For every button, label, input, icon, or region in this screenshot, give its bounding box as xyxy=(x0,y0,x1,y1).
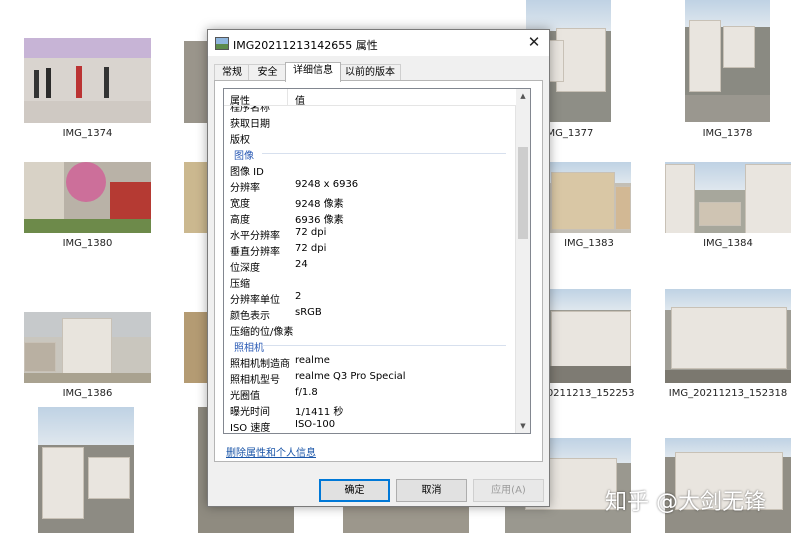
property-row[interactable]: 水平分辨率 72 dpi xyxy=(224,225,516,242)
property-name: 压缩 xyxy=(230,279,250,290)
close-icon[interactable]: ✕ xyxy=(525,33,543,51)
thumbnail-image xyxy=(24,312,151,383)
thumbnail-image[interactable] xyxy=(184,162,207,233)
thumbnail-label: IMG_1380 xyxy=(62,238,113,249)
property-row[interactable]: 压缩 xyxy=(224,273,516,290)
thumbnail-label: IMG_1383 xyxy=(564,238,614,249)
watermark: 知乎 @大剑无锋 xyxy=(605,490,766,515)
property-row[interactable]: 图像 ID xyxy=(224,161,516,178)
property-row[interactable]: 版权 xyxy=(224,129,516,146)
tab-security[interactable]: 安全 xyxy=(248,64,287,81)
tab-details[interactable]: 详细信息 xyxy=(285,62,341,82)
property-row[interactable]: ISO 速度 ISO-100 xyxy=(224,417,516,433)
property-name: 光圈值 xyxy=(230,391,260,402)
property-row[interactable]: 垂直分辨率 72 dpi xyxy=(224,241,516,258)
property-row[interactable]: 压缩的位/像素 xyxy=(224,321,516,338)
column-header-property[interactable]: 属性 xyxy=(230,92,250,107)
property-name: 分辨率 xyxy=(230,183,260,194)
property-value: realme Q3 Pro Special xyxy=(295,371,406,382)
vertical-scrollbar[interactable]: ▲ ▼ xyxy=(515,89,530,433)
group-header[interactable]: 图像 xyxy=(224,145,516,162)
thumbnail-image xyxy=(685,0,770,122)
property-value: 9248 像素 xyxy=(295,199,344,210)
property-row[interactable]: 高度 6936 像素 xyxy=(224,209,516,226)
property-name: 分辨率单位 xyxy=(230,295,280,306)
property-name: 照相机型号 xyxy=(230,375,280,386)
list-header: 属性 值 xyxy=(224,89,516,107)
property-name: 曝光时间 xyxy=(230,407,270,418)
property-row[interactable]: 光圈值 f/1.8 xyxy=(224,385,516,402)
remove-properties-link[interactable]: 删除属性和个人信息 xyxy=(226,444,316,459)
property-value: 6936 像素 xyxy=(295,215,344,226)
property-name: 压缩的位/像素 xyxy=(230,327,294,338)
property-name: 位深度 xyxy=(230,263,260,274)
property-name: 照相机制造商 xyxy=(230,359,290,370)
group-divider xyxy=(262,345,506,346)
thumbnail-image[interactable] xyxy=(184,41,207,123)
thumbnail-label: IMG_1386 xyxy=(62,388,113,399)
title-bar[interactable]: IMG20211213142655 属性 ✕ xyxy=(208,30,549,56)
cancel-button[interactable]: 取消 xyxy=(396,479,467,502)
property-row[interactable]: 曝光时间 1/1411 秒 xyxy=(224,401,516,418)
property-value: ISO-100 xyxy=(295,419,336,430)
property-row[interactable]: 获取日期 xyxy=(224,113,516,130)
group-label: 照相机 xyxy=(234,343,264,354)
property-value: 9248 x 6936 xyxy=(295,179,359,190)
column-header-value[interactable]: 值 xyxy=(295,92,305,107)
image-file-icon xyxy=(215,37,229,50)
property-value: realme xyxy=(295,355,330,366)
group-header[interactable]: 照相机 xyxy=(224,337,516,354)
column-divider[interactable] xyxy=(287,89,288,105)
property-name: 水平分辨率 xyxy=(230,231,280,242)
property-value: 24 xyxy=(295,259,308,270)
group-divider xyxy=(262,153,506,154)
thumbnail-image[interactable] xyxy=(343,505,469,533)
scroll-down-arrow-icon[interactable]: ▼ xyxy=(516,419,530,433)
property-row[interactable]: 颜色表示 sRGB xyxy=(224,305,516,322)
thumbnail-image xyxy=(24,38,151,123)
thumbnail-label: IMG_1374 xyxy=(62,128,113,139)
property-row[interactable]: 分辨率 9248 x 6936 xyxy=(224,177,516,194)
thumbnail-label: IMG_1378 xyxy=(702,128,753,139)
thumbnail-image[interactable] xyxy=(184,312,207,383)
thumbnail-image xyxy=(665,289,791,383)
property-value: 1/1411 秒 xyxy=(295,407,344,418)
thumbnail-label: IMG_20211213_152318 xyxy=(668,388,788,399)
property-name: 垂直分辨率 xyxy=(230,247,280,258)
tab-general[interactable]: 常规 xyxy=(214,64,250,81)
thumbnail-image xyxy=(665,162,791,233)
properties-dialog: IMG20211213142655 属性 ✕ 常规 安全 详细信息 以前的版本 … xyxy=(207,29,550,507)
thumbnail-label: 20211213_152253 xyxy=(540,388,635,399)
property-name: 宽度 xyxy=(230,199,250,210)
ok-button[interactable]: 确定 xyxy=(319,479,390,502)
apply-button[interactable]: 应用(A) xyxy=(473,479,544,502)
property-name: 颜色表示 xyxy=(230,311,270,322)
property-value: f/1.8 xyxy=(295,387,318,398)
property-name: 高度 xyxy=(230,215,250,226)
scroll-thumb[interactable] xyxy=(518,147,528,239)
thumbnail-image xyxy=(24,162,151,233)
property-row[interactable]: 位深度 24 xyxy=(224,257,516,274)
thumbnail-image xyxy=(549,289,631,383)
group-label: 图像 xyxy=(234,151,254,162)
scroll-up-arrow-icon[interactable]: ▲ xyxy=(516,89,530,103)
property-name: 获取日期 xyxy=(230,119,270,130)
property-row[interactable]: 分辨率单位 2 xyxy=(224,289,516,306)
property-list[interactable]: 属性 值 程序名称 获取日期 版权 图像 图像 ID 分辨率 9248 x 6936 宽度 92… xyxy=(223,88,531,434)
property-name: ISO 速度 xyxy=(230,423,271,434)
thumbnail-label: IMG_1384 xyxy=(703,238,753,249)
property-row[interactable]: 照相机制造商 realme xyxy=(224,353,516,370)
property-name: 图像 ID xyxy=(230,167,264,178)
property-value: 72 dpi xyxy=(295,227,327,238)
property-row[interactable]: 照相机型号 realme Q3 Pro Special xyxy=(224,369,516,386)
property-row[interactable]: 宽度 9248 像素 xyxy=(224,193,516,210)
property-value: sRGB xyxy=(295,307,322,318)
property-value: 72 dpi xyxy=(295,243,327,254)
dialog-title: IMG20211213142655 属性 xyxy=(233,39,378,52)
tab-previous-versions[interactable]: 以前的版本 xyxy=(339,64,401,81)
thumbnail-image[interactable] xyxy=(38,407,134,533)
property-name: 版权 xyxy=(230,135,250,146)
property-value: 2 xyxy=(295,291,302,302)
thumbnail-image xyxy=(547,162,631,233)
